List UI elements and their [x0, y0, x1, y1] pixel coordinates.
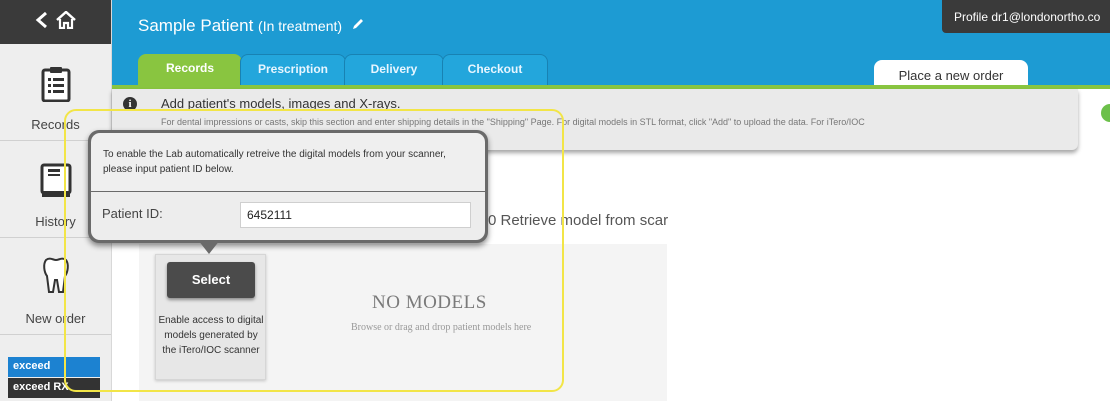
scanner-select-card: Select Enable access to digital models g… [155, 254, 266, 380]
patient-title: Sample Patient (In treatment) [138, 16, 365, 36]
patient-status: (In treatment) [258, 18, 343, 34]
back-icon[interactable] [35, 10, 49, 34]
sidebar-item-new-order[interactable]: New order [0, 238, 111, 335]
tooth-icon [41, 256, 71, 301]
profile-button[interactable]: Profile dr1@londonortho.co [942, 0, 1110, 33]
info-icon: i [123, 97, 137, 111]
patient-id-input[interactable] [240, 202, 471, 228]
popup-header: To enable the Lab automatically retreive… [91, 133, 485, 191]
info-description: For dental impressions or casts, skip th… [161, 117, 865, 127]
pencil-icon[interactable] [351, 18, 365, 34]
patient-id-popup: To enable the Lab automatically retreive… [88, 130, 488, 243]
brand-line-1: exceed [8, 357, 100, 377]
clipboard-icon [41, 66, 71, 107]
tab-checkout[interactable]: Checkout [442, 54, 548, 85]
sidebar-item-label: Records [31, 117, 80, 132]
sidebar-item-label: History [35, 214, 76, 229]
sidebar-item-label: New order [25, 311, 86, 326]
brand-line-2: exceed RX [8, 378, 100, 398]
tab-records[interactable]: Records [138, 54, 242, 85]
popup-message: To enable the Lab automatically retreive… [103, 149, 446, 175]
no-models-hint: Browse or drag and drop patient models h… [351, 322, 532, 333]
patient-id-label: Patient ID: [102, 206, 163, 221]
popup-pointer [198, 240, 220, 254]
tab-delivery[interactable]: Delivery [344, 54, 444, 85]
sidebar-top-bar [0, 0, 111, 44]
info-title: Add patient's models, images and X-rays. [161, 96, 401, 111]
sidebar-item-records[interactable]: Records [0, 44, 111, 141]
header: Sample Patient (In treatment) Profile dr… [112, 0, 1110, 90]
patient-name: Sample Patient [138, 16, 254, 35]
select-description: Enable access to digital models generate… [158, 315, 264, 356]
no-models-title: NO MODELS [372, 292, 487, 313]
brand-logo: exceed exceed RX [0, 357, 112, 398]
retrieve-model-option[interactable]: 0 Retrieve model from scar [488, 212, 668, 229]
select-button[interactable]: Select [167, 262, 255, 298]
book-icon [40, 163, 72, 204]
tab-prescription[interactable]: Prescription [240, 54, 346, 85]
home-icon[interactable] [55, 10, 77, 34]
status-toggle[interactable] [1101, 104, 1110, 122]
